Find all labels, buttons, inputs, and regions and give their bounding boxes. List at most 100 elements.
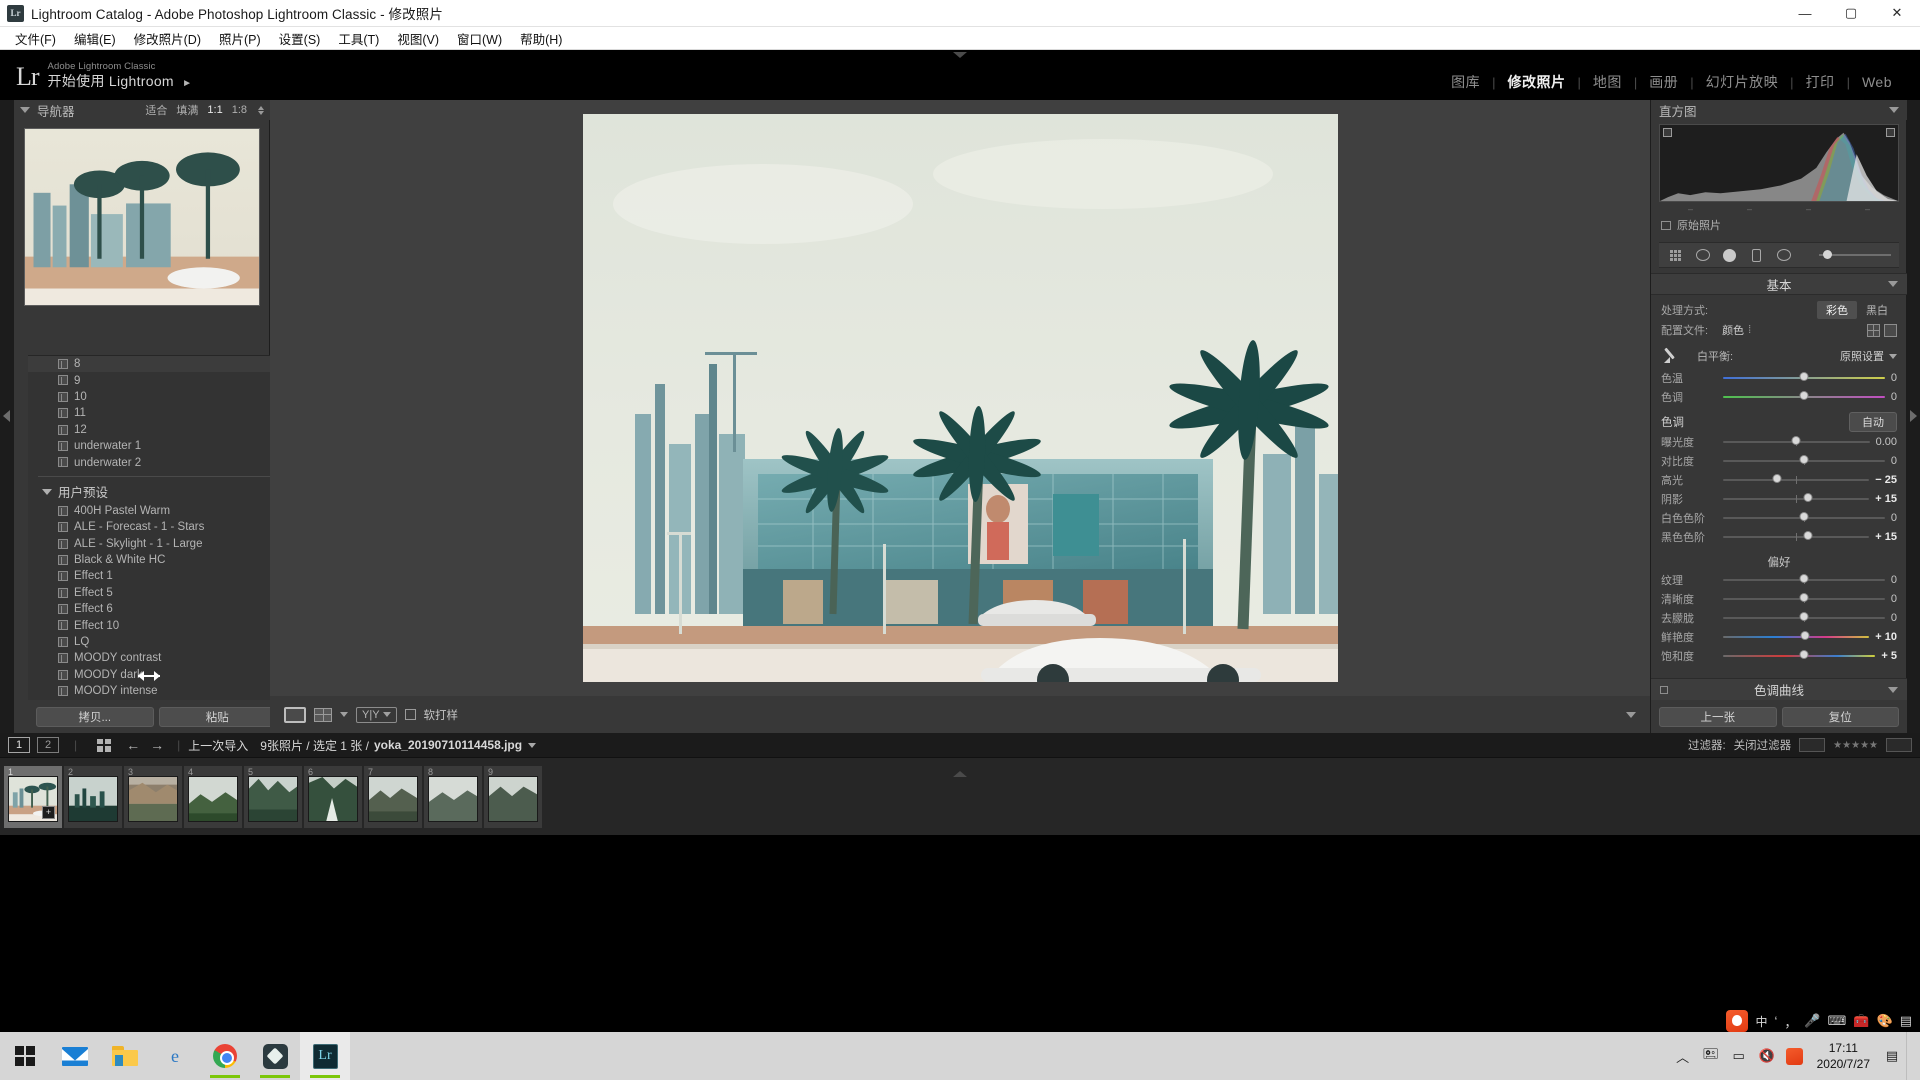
module-slideshow[interactable]: 幻灯片放映 xyxy=(1694,72,1791,92)
contrast-row[interactable]: 对比度 0 xyxy=(1661,451,1897,470)
loupe-view-icon[interactable] xyxy=(284,706,306,723)
zoom-fit-button[interactable]: 适合 xyxy=(145,102,167,118)
minimize-button[interactable]: — xyxy=(1782,0,1828,27)
grid-view-icon[interactable] xyxy=(97,738,112,752)
volume-icon[interactable]: 🔇 xyxy=(1753,1032,1781,1080)
radial-filter-icon[interactable] xyxy=(1775,248,1792,263)
zoom-stepper[interactable] xyxy=(258,105,264,115)
toolbox-icon[interactable]: 🧰 xyxy=(1853,1013,1869,1029)
menu-window[interactable]: 窗口(W) xyxy=(448,27,511,50)
list-item[interactable]: 8 xyxy=(424,765,482,828)
module-web[interactable]: Web xyxy=(1850,74,1904,90)
view-dropdown-icon[interactable] xyxy=(340,712,348,717)
white-balance-value[interactable]: 原照设置 xyxy=(1840,348,1897,364)
preset-item[interactable]: ALE - Forecast - 1 - Stars xyxy=(28,519,284,535)
list-item[interactable]: 2 xyxy=(64,765,122,828)
ime-comma-icon[interactable]: ， xyxy=(1784,1012,1797,1031)
vibrance-slider[interactable] xyxy=(1723,630,1870,643)
preset-item[interactable]: ALE - Skylight - 1 - Large xyxy=(28,536,284,552)
menu-edit[interactable]: 编辑(E) xyxy=(65,27,125,50)
whites-slider[interactable] xyxy=(1723,511,1885,524)
edge-browser[interactable]: e xyxy=(150,1032,200,1080)
battery-icon[interactable]: ▭ xyxy=(1725,1032,1753,1080)
list-item[interactable]: 7 xyxy=(364,765,422,828)
profile-dropdown-icon[interactable]: ⁞ xyxy=(1748,324,1751,336)
whites-row[interactable]: 白色色阶 0 xyxy=(1661,508,1897,527)
mic-icon[interactable]: 🎤 xyxy=(1804,1013,1820,1029)
screen-1-button[interactable]: 1 xyxy=(8,737,30,753)
main-photo[interactable] xyxy=(582,114,1338,682)
preset-item[interactable]: MOODY intense xyxy=(28,683,284,699)
white-balance-selector-icon[interactable] xyxy=(1661,345,1681,367)
saturation-row[interactable]: 饱和度 + 5 xyxy=(1661,646,1897,665)
mail-app[interactable] xyxy=(50,1032,100,1080)
menu-icon[interactable]: ▤ xyxy=(1900,1013,1912,1029)
list-item[interactable]: 1 + xyxy=(4,765,62,828)
menu-file[interactable]: 文件(F) xyxy=(6,27,65,50)
keyboard-icon[interactable]: ⌨ xyxy=(1828,1013,1847,1029)
close-button[interactable]: ✕ xyxy=(1874,0,1920,27)
forward-arrow-icon[interactable]: → xyxy=(145,737,169,753)
menu-photo[interactable]: 照片(P) xyxy=(210,27,270,50)
saturation-slider[interactable] xyxy=(1723,649,1876,662)
list-item[interactable]: 6 xyxy=(304,765,362,828)
navigator-preview[interactable] xyxy=(24,128,260,306)
tint-row[interactable]: 色调 0 xyxy=(1661,387,1897,406)
right-panel-collapse-handle[interactable] xyxy=(1906,100,1920,733)
preset-item[interactable]: Effect 1 xyxy=(28,568,284,584)
develop-badge-icon[interactable]: + xyxy=(42,805,55,819)
filmstrip-collapse-icon[interactable] xyxy=(953,771,967,777)
highlight-clipping-icon[interactable] xyxy=(1886,128,1895,137)
preset-item[interactable]: Effect 5 xyxy=(28,585,284,601)
texture-slider[interactable] xyxy=(1723,573,1885,586)
ime-lang-label[interactable]: 中 xyxy=(1755,1013,1767,1030)
menu-develop[interactable]: 修改照片(D) xyxy=(125,27,210,50)
crop-tool-icon[interactable] xyxy=(1667,248,1684,263)
menu-help[interactable]: 帮助(H) xyxy=(511,27,571,50)
zoom-ratio-button[interactable]: 1:8 xyxy=(232,104,247,116)
image-canvas[interactable] xyxy=(270,100,1650,696)
module-map[interactable]: 地图 xyxy=(1581,72,1634,92)
usb-icon[interactable]: 🖭 xyxy=(1697,1032,1725,1080)
preset-item[interactable]: 8 xyxy=(28,356,284,373)
blacks-row[interactable]: 黑色色阶 + 15 xyxy=(1661,527,1897,546)
file-explorer[interactable] xyxy=(100,1032,150,1080)
contrast-slider[interactable] xyxy=(1723,454,1885,467)
filter-stars-icon[interactable]: ★★★★★ xyxy=(1833,740,1878,751)
raw-photo-row[interactable]: 原始照片 xyxy=(1651,214,1907,236)
maximize-button[interactable]: ▢ xyxy=(1828,0,1874,27)
note-app[interactable] xyxy=(250,1032,300,1080)
temperature-slider[interactable] xyxy=(1723,371,1885,384)
tone-curve-header[interactable]: 色调曲线 xyxy=(1651,678,1907,700)
preset-item[interactable]: 12 xyxy=(28,422,284,438)
left-panel-collapse-handle[interactable] xyxy=(0,100,14,733)
notification-icon[interactable]: ▤ xyxy=(1878,1032,1906,1080)
list-item[interactable]: 3 xyxy=(124,765,182,828)
red-eye-icon[interactable] xyxy=(1721,248,1738,263)
treatment-bw-button[interactable]: 黑白 xyxy=(1857,301,1897,319)
treatment-color-button[interactable]: 彩色 xyxy=(1817,300,1857,319)
clock[interactable]: 17:11 2020/7/27 xyxy=(1809,1040,1878,1072)
identity-arrow-icon[interactable]: ► xyxy=(178,78,192,89)
list-item[interactable]: 5 xyxy=(244,765,302,828)
identity-plate[interactable]: Lr Adobe Lightroom Classic 开始使用 Lightroo… xyxy=(16,61,192,90)
preset-item[interactable]: Effect 6 xyxy=(28,601,284,617)
exposure-slider[interactable] xyxy=(1723,435,1870,448)
shadow-clipping-icon[interactable] xyxy=(1663,128,1672,137)
clarity-row[interactable]: 清晰度 0 xyxy=(1661,589,1897,608)
top-panel-toggle-icon[interactable] xyxy=(953,52,967,58)
preset-item[interactable]: MOODY contrast xyxy=(28,650,284,666)
toolbar-options-icon[interactable] xyxy=(1626,711,1636,718)
navigator-header[interactable]: 导航器 适合 填满 1:1 1:8 xyxy=(14,100,270,120)
ime-mode-icon[interactable]: ʻ xyxy=(1774,1014,1777,1029)
adjustment-brush-slider[interactable] xyxy=(1819,250,1891,260)
dehaze-slider[interactable] xyxy=(1723,611,1885,624)
tone-curve-toggle-icon[interactable] xyxy=(1660,685,1668,694)
module-book[interactable]: 画册 xyxy=(1637,72,1690,92)
list-item[interactable]: 4 xyxy=(184,765,242,828)
copy-button[interactable]: 拷贝... xyxy=(36,706,154,727)
filter-flags-box[interactable] xyxy=(1799,738,1826,752)
menu-view[interactable]: 视图(V) xyxy=(388,27,448,50)
auto-tone-button[interactable]: 自动 xyxy=(1849,412,1897,432)
module-library[interactable]: 图库 xyxy=(1439,72,1492,92)
